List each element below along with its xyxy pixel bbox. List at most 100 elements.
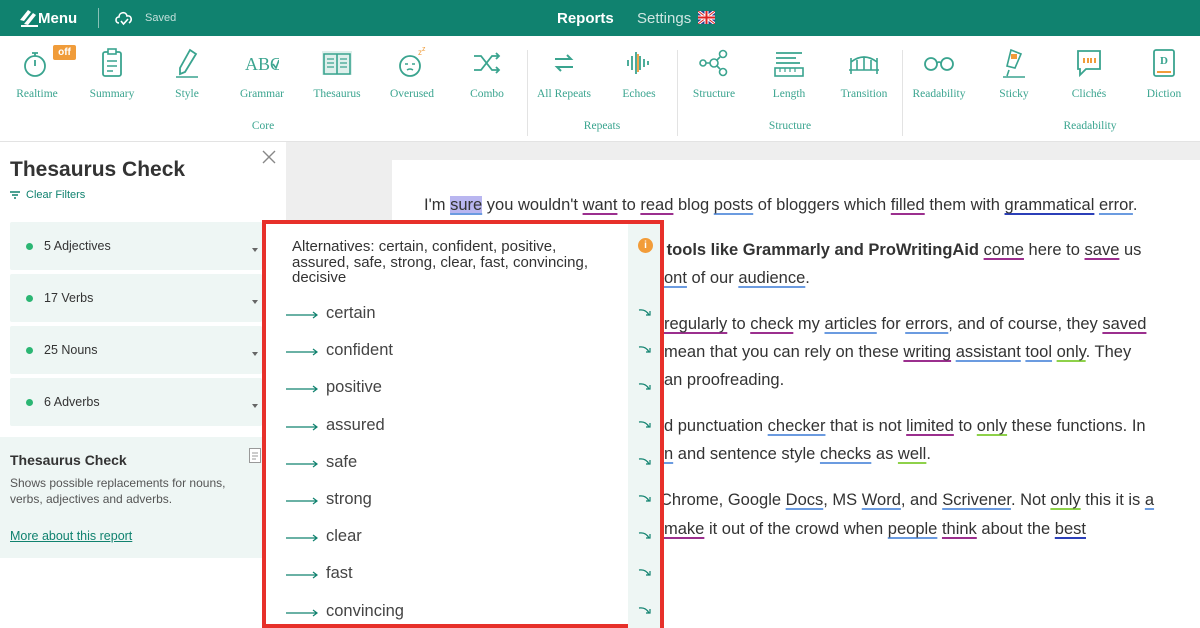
replace-arrow-icon[interactable]: [638, 307, 652, 319]
text-line[interactable]: make it out of the crowd when people thi…: [664, 515, 1086, 543]
menu-button[interactable]: Menu: [38, 10, 77, 27]
flagged-word[interactable]: sure: [450, 196, 483, 214]
flagged-word[interactable]: regularly: [664, 315, 727, 333]
replace-arrow-icon[interactable]: [638, 605, 652, 617]
replace-arrow-icon[interactable]: [638, 344, 652, 356]
flagged-word[interactable]: checker: [768, 417, 826, 435]
text-line[interactable]: mean that you can rely on these writing …: [664, 338, 1131, 366]
alternative-option[interactable]: convincing: [286, 602, 651, 624]
tool-cliches[interactable]: Clichés: [1052, 46, 1126, 100]
alternative-option[interactable]: positive: [286, 378, 651, 400]
flagged-word[interactable]: n: [664, 445, 673, 463]
tool-thesaurus[interactable]: Thesaurus: [300, 46, 374, 100]
flagged-word[interactable]: ont: [664, 269, 687, 287]
tool-structure[interactable]: Structure: [677, 46, 751, 100]
text-line[interactable]: I'm sure you wouldn't want to read blog …: [424, 191, 1138, 219]
flagged-word[interactable]: Scrivener: [942, 491, 1011, 509]
flagged-word[interactable]: save: [1085, 241, 1120, 259]
text-line[interactable]: an proofreading.: [664, 366, 784, 394]
flagged-word[interactable]: posts: [714, 196, 753, 214]
flagged-word[interactable]: think: [942, 520, 977, 538]
chevron-down-icon: [252, 404, 258, 408]
replace-arrow-icon[interactable]: [638, 381, 652, 393]
flagged-word[interactable]: only: [977, 417, 1007, 435]
flagged-word[interactable]: people: [888, 520, 938, 538]
replace-arrow-icon[interactable]: [638, 456, 652, 468]
alternative-option[interactable]: fast: [286, 564, 651, 586]
flagged-word[interactable]: check: [750, 315, 793, 333]
tool-label: Transition: [840, 88, 888, 100]
text-line[interactable]: Chrome, Google Docs, MS Word, and Scrive…: [660, 486, 1154, 514]
document-icon[interactable]: [249, 448, 261, 463]
flagged-word[interactable]: only: [1050, 491, 1080, 509]
flagged-word[interactable]: read: [640, 196, 673, 214]
flagged-word[interactable]: errors: [905, 315, 948, 333]
tool-diction[interactable]: D Diction: [1127, 46, 1200, 100]
tool-combo[interactable]: Combo: [450, 46, 524, 100]
flagged-word[interactable]: grammatical: [1005, 196, 1095, 214]
flagged-word[interactable]: saved: [1102, 315, 1146, 333]
flagged-word[interactable]: checks: [820, 445, 871, 463]
nav-reports[interactable]: Reports: [557, 10, 614, 27]
flagged-word[interactable]: articles: [825, 315, 877, 333]
tool-grammar[interactable]: ABC Grammar: [225, 46, 299, 100]
off-badge[interactable]: off: [53, 45, 76, 60]
nav-settings[interactable]: Settings: [637, 10, 691, 27]
flagged-word[interactable]: writing: [903, 343, 951, 361]
flagged-word[interactable]: best: [1055, 520, 1086, 538]
tool-overused[interactable]: zz Overused: [375, 46, 449, 100]
alternative-option[interactable]: safe: [286, 453, 651, 475]
flagged-word[interactable]: filled: [891, 196, 925, 214]
flagged-word[interactable]: make: [664, 520, 704, 538]
text-line[interactable]: regularly to check my articles for error…: [664, 310, 1146, 338]
replace-arrow-icon[interactable]: [638, 567, 652, 579]
tool-summary[interactable]: Summary: [75, 46, 149, 100]
tool-label: Diction: [1146, 88, 1182, 100]
alternative-option[interactable]: certain: [286, 304, 651, 326]
svg-text:z: z: [422, 46, 426, 53]
flagged-word[interactable]: assistant: [956, 343, 1021, 361]
close-icon[interactable]: [260, 148, 278, 166]
alternative-option[interactable]: strong: [286, 490, 651, 512]
book-icon: [322, 51, 352, 75]
flagged-word[interactable]: well: [898, 445, 926, 463]
flagged-word[interactable]: error: [1099, 196, 1133, 214]
text-line[interactable]: g tools like Grammarly and ProWritingAid…: [652, 236, 1141, 264]
more-about-report-link[interactable]: More about this report: [10, 529, 132, 543]
flagged-word[interactable]: tool: [1025, 343, 1052, 361]
clear-filters-link[interactable]: Clear Filters: [10, 189, 85, 201]
text-line[interactable]: d punctuation checker that is not limite…: [664, 412, 1146, 440]
flagged-word[interactable]: a: [1145, 491, 1154, 509]
category-nouns[interactable]: 25 Nouns: [10, 326, 262, 374]
alternative-option[interactable]: clear: [286, 527, 651, 549]
logo-icon[interactable]: [18, 8, 40, 28]
tool-all-repeats[interactable]: All Repeats: [527, 46, 601, 100]
saved-status: Saved: [145, 12, 177, 24]
tool-echoes[interactable]: Echoes: [602, 46, 676, 100]
alternative-option[interactable]: confident: [286, 341, 651, 363]
svg-text:D: D: [1160, 55, 1168, 67]
info-icon[interactable]: i: [638, 238, 653, 253]
text-line[interactable]: n and sentence style checks as well.: [664, 440, 931, 468]
replace-arrow-icon[interactable]: [638, 419, 652, 431]
flagged-word[interactable]: Docs: [786, 491, 824, 509]
flagged-word[interactable]: want: [583, 196, 618, 214]
tool-readability[interactable]: Readability: [902, 46, 976, 100]
flagged-word[interactable]: audience: [738, 269, 805, 287]
replace-arrow-icon[interactable]: [638, 493, 652, 505]
flagged-word[interactable]: limited: [906, 417, 954, 435]
flagged-word[interactable]: come: [984, 241, 1024, 259]
tool-transition[interactable]: Transition: [827, 46, 901, 100]
category-verbs[interactable]: 17 Verbs: [10, 274, 262, 322]
flagged-word[interactable]: only: [1057, 343, 1086, 361]
alternative-option[interactable]: assured: [286, 416, 651, 438]
text-line[interactable]: ont of our audience.: [664, 264, 810, 292]
category-adverbs[interactable]: 6 Adverbs: [10, 378, 262, 426]
category-adjectives[interactable]: 5 Adjectives: [10, 222, 262, 270]
flagged-word[interactable]: Word: [862, 491, 901, 509]
tool-style[interactable]: Style: [150, 46, 224, 100]
replace-arrow-icon[interactable]: [638, 530, 652, 542]
tool-length[interactable]: Length: [752, 46, 826, 100]
tool-sticky[interactable]: Sticky: [977, 46, 1051, 100]
uk-flag-icon[interactable]: [698, 11, 715, 24]
